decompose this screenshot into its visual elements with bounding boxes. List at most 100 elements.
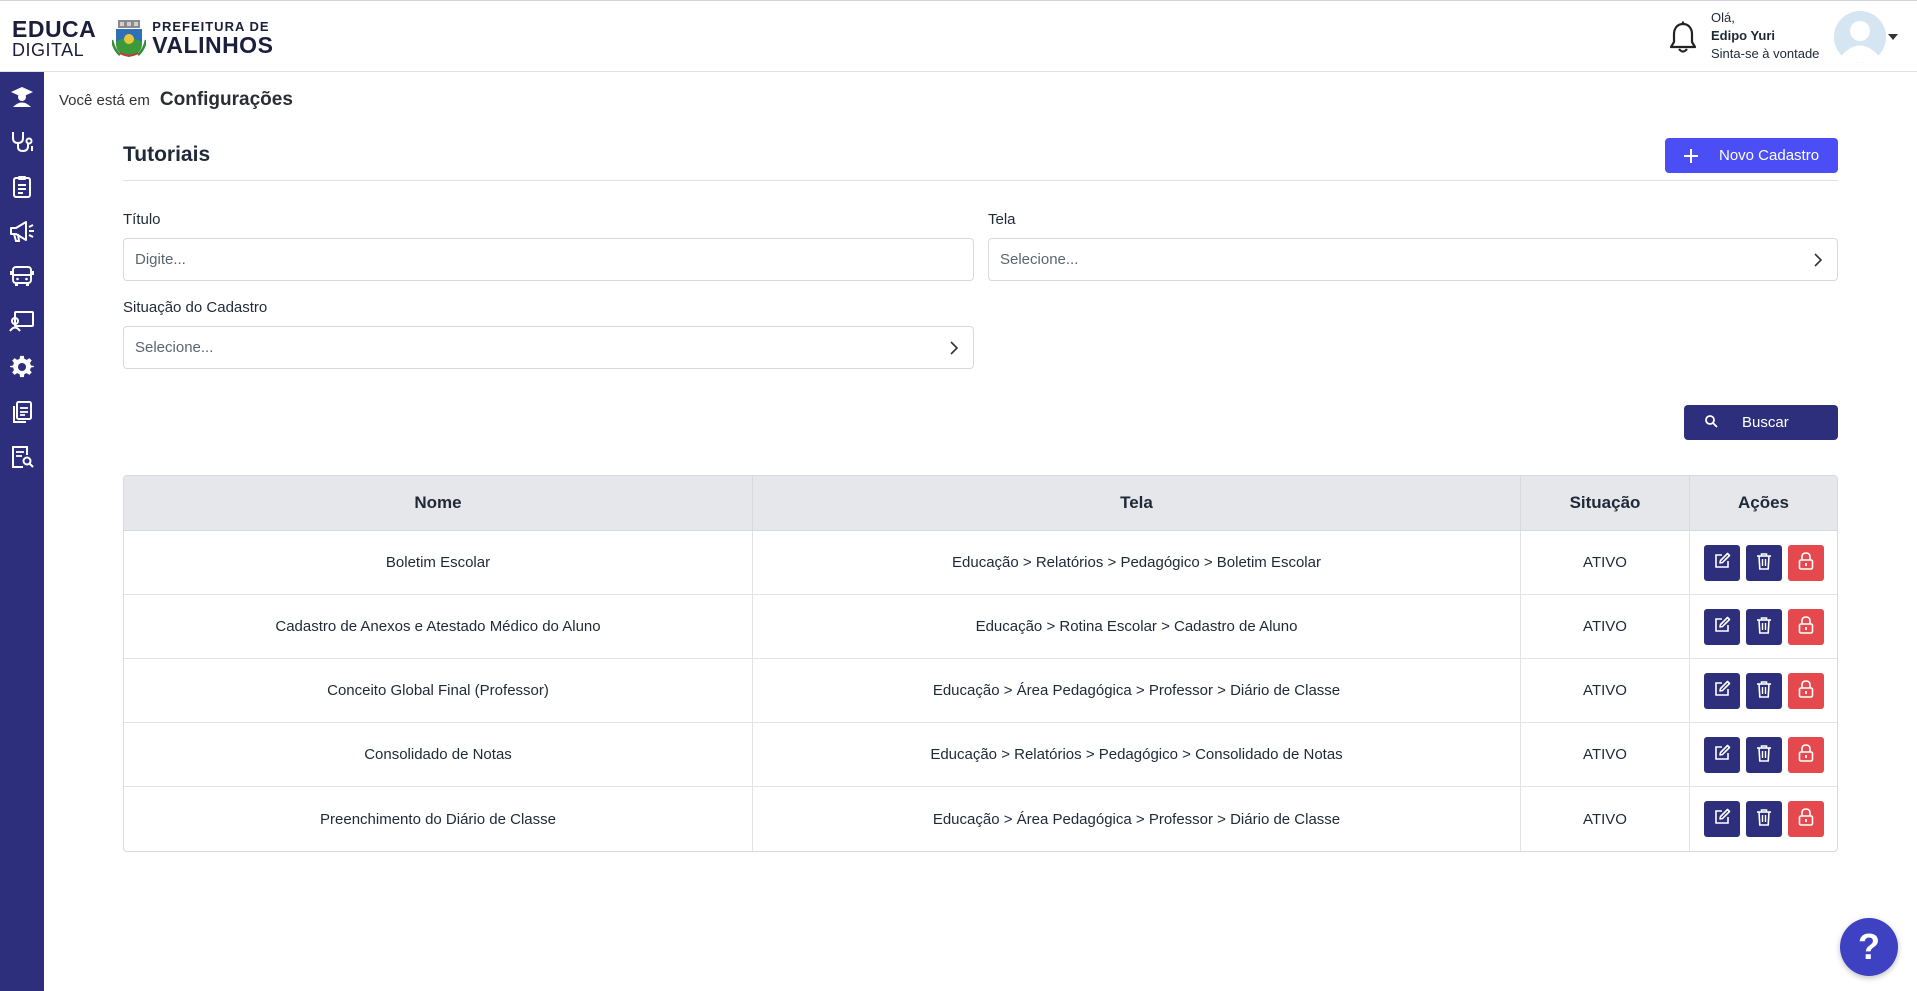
edit-button[interactable] [1703, 736, 1740, 773]
column-header-nome[interactable]: Nome [124, 476, 753, 530]
megaphone-icon[interactable] [8, 217, 36, 245]
help-question-icon: ? [1858, 926, 1880, 967]
teacher-icon[interactable] [8, 307, 36, 335]
brand-logo[interactable]: EDUCA DIGITAL PREFEITURA DE VALINHOS [12, 16, 273, 60]
lock-icon [1798, 743, 1814, 766]
avatar[interactable] [1834, 11, 1886, 63]
help-button[interactable]: ? [1840, 918, 1898, 976]
user-menu-chevron-down-icon[interactable] [1888, 34, 1898, 40]
top-header: EDUCA DIGITAL PREFEITURA DE VALINHOS Olá… [0, 0, 1917, 72]
delete-button[interactable] [1745, 672, 1782, 709]
situacao-select[interactable]: Selecione... [123, 326, 974, 369]
cell-nome: Cadastro de Anexos e Atestado Médico do … [124, 595, 753, 658]
table-header: Nome Tela Situação Ações [124, 476, 1837, 531]
edit-button[interactable] [1703, 608, 1740, 645]
edit-icon [1713, 552, 1731, 574]
titulo-label: Título [123, 211, 161, 228]
titulo-placeholder: Digite... [135, 251, 186, 268]
lock-button[interactable] [1787, 672, 1824, 709]
titulo-input[interactable]: Digite... [123, 238, 974, 281]
clipboard-icon[interactable] [8, 172, 36, 200]
cell-nome: Consolidado de Notas [124, 723, 753, 786]
brand-line1: EDUCA [12, 16, 97, 42]
search-icon [1704, 414, 1718, 432]
edit-icon [1713, 680, 1731, 702]
table-row: Consolidado de Notas Educação > Relatório… [124, 723, 1837, 787]
trash-icon [1756, 744, 1772, 766]
stethoscope-icon[interactable] [8, 127, 36, 155]
greeting-text: Olá, [1711, 10, 1735, 25]
column-header-tela[interactable]: Tela [753, 476, 1521, 530]
column-header-situacao[interactable]: Situação [1521, 476, 1690, 530]
trash-icon [1756, 552, 1772, 574]
table-row: Boletim Escolar Educação > Relatórios > P… [124, 531, 1837, 595]
educa-digital-logo: EDUCA DIGITAL [12, 16, 97, 60]
gear-icon[interactable] [8, 353, 36, 381]
lock-button[interactable] [1787, 544, 1824, 581]
tutorials-table: Nome Tela Situação Ações Boletim Escolar… [123, 475, 1838, 852]
situacao-placeholder: Selecione... [135, 339, 214, 356]
city-line2: VALINHOS [152, 32, 274, 58]
lock-icon [1798, 808, 1814, 830]
table-row: Conceito Global Final (Professor) Educaçã… [124, 659, 1837, 723]
edit-button[interactable] [1703, 544, 1740, 581]
lock-icon [1798, 615, 1814, 638]
delete-button[interactable] [1745, 736, 1782, 773]
cell-acoes [1690, 723, 1837, 786]
lock-button[interactable] [1787, 608, 1824, 645]
bus-icon[interactable] [8, 262, 36, 290]
lock-icon [1798, 551, 1814, 574]
plus-icon [1683, 148, 1699, 164]
edit-icon [1713, 808, 1731, 830]
edit-button[interactable] [1703, 801, 1740, 837]
cell-acoes [1690, 531, 1837, 594]
tela-select[interactable]: Selecione... [988, 238, 1838, 281]
cell-tela: Educação > Área Pedagógica > Professor >… [753, 787, 1521, 851]
section-divider [123, 180, 1838, 181]
user-name: Edipo Yuri [1711, 28, 1776, 43]
breadcrumb: Você está em Configurações [59, 89, 293, 111]
chevron-right-icon [949, 341, 959, 359]
sidebar [0, 72, 44, 991]
search-label: Buscar [1742, 414, 1789, 431]
table-body: Boletim Escolar Educação > Relatórios > P… [124, 531, 1837, 851]
cell-acoes [1690, 595, 1837, 658]
city-crest-icon [111, 19, 148, 58]
lock-button[interactable] [1787, 736, 1824, 773]
search-button[interactable]: Buscar [1684, 405, 1838, 440]
brand-line2: DIGITAL [12, 40, 85, 60]
table-row: Cadastro de Anexos e Atestado Médico do … [124, 595, 1837, 659]
tela-label: Tela [988, 211, 1016, 228]
delete-button[interactable] [1745, 801, 1782, 837]
documents-icon[interactable] [8, 398, 36, 426]
new-record-button[interactable]: Novo Cadastro [1665, 138, 1838, 173]
delete-button[interactable] [1745, 544, 1782, 581]
cell-acoes [1690, 787, 1837, 851]
cell-tela: Educação > Relatórios > Pedagógico > Con… [753, 723, 1521, 786]
notification-bell-icon[interactable] [1668, 21, 1698, 55]
cell-situacao: ATIVO [1521, 787, 1690, 851]
lock-button[interactable] [1787, 801, 1824, 837]
cell-situacao: ATIVO [1521, 723, 1690, 786]
tela-placeholder: Selecione... [1000, 251, 1079, 268]
chevron-right-icon [1813, 253, 1823, 271]
edit-icon [1713, 616, 1731, 638]
trash-icon [1756, 680, 1772, 702]
cell-nome: Preenchimento do Diário de Classe [124, 787, 753, 851]
cell-situacao: ATIVO [1521, 595, 1690, 658]
cell-acoes [1690, 659, 1837, 722]
trash-icon [1756, 616, 1772, 638]
breadcrumb-prefix: Você está em [59, 92, 150, 109]
welcome-text: Sinta-se à vontade [1711, 46, 1820, 61]
student-icon[interactable] [8, 82, 36, 110]
trash-icon [1756, 808, 1772, 830]
delete-button[interactable] [1745, 608, 1782, 645]
edit-icon [1713, 744, 1731, 766]
city-name: PREFEITURA DE VALINHOS [152, 20, 273, 57]
cell-tela: Educação > Rotina Escolar > Cadastro de … [753, 595, 1521, 658]
situacao-label: Situação do Cadastro [123, 299, 268, 316]
report-search-icon[interactable] [8, 443, 36, 471]
edit-button[interactable] [1703, 672, 1740, 709]
table-row: Preenchimento do Diário de Classe Educaçã… [124, 787, 1837, 851]
page-title: Tutoriais [123, 143, 211, 166]
